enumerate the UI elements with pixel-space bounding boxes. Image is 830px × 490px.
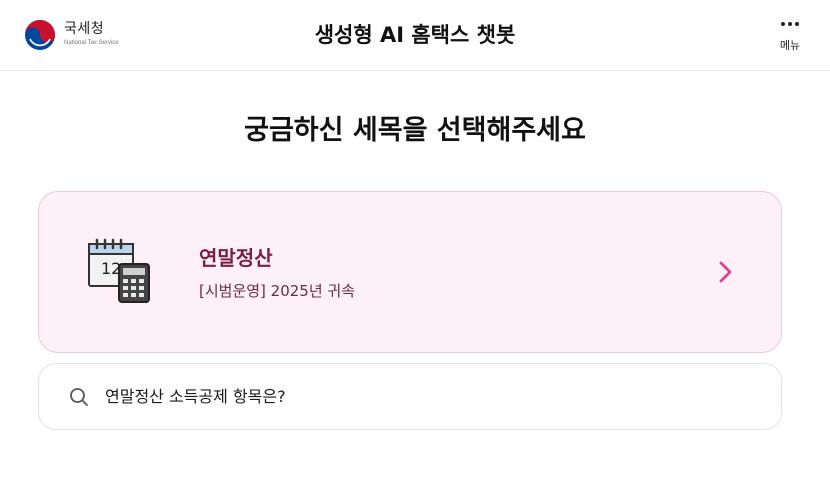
menu-button[interactable]: 메뉴 bbox=[772, 15, 808, 57]
menu-label: 메뉴 bbox=[779, 39, 801, 52]
topic-title: 연말정산 bbox=[199, 246, 273, 270]
more-dots-icon bbox=[781, 21, 799, 27]
app-title: 생성형 AI 홈택스 챗봇 bbox=[314, 23, 516, 47]
top-header: 국세청 National Tax Service 생성형 AI 홈택스 챗봇 메… bbox=[0, 0, 830, 71]
calendar-calculator-icon: 12 bbox=[88, 238, 150, 303]
suggested-question[interactable]: 연말정산 소득공제 항목은? bbox=[38, 363, 782, 430]
search-icon bbox=[70, 388, 88, 406]
topic-subtitle: [시범운영] 2025년 귀속 bbox=[199, 282, 356, 300]
chevron-right-icon bbox=[719, 261, 732, 283]
topic-card-year-end-settlement[interactable]: 12 연말정산 [시범운영] 2025년 귀속 bbox=[38, 191, 782, 353]
page-heading: 궁금하신 세목을 선택해주세요 bbox=[244, 115, 586, 146]
question-text: 연말정산 소득공제 항목은? bbox=[105, 387, 286, 406]
